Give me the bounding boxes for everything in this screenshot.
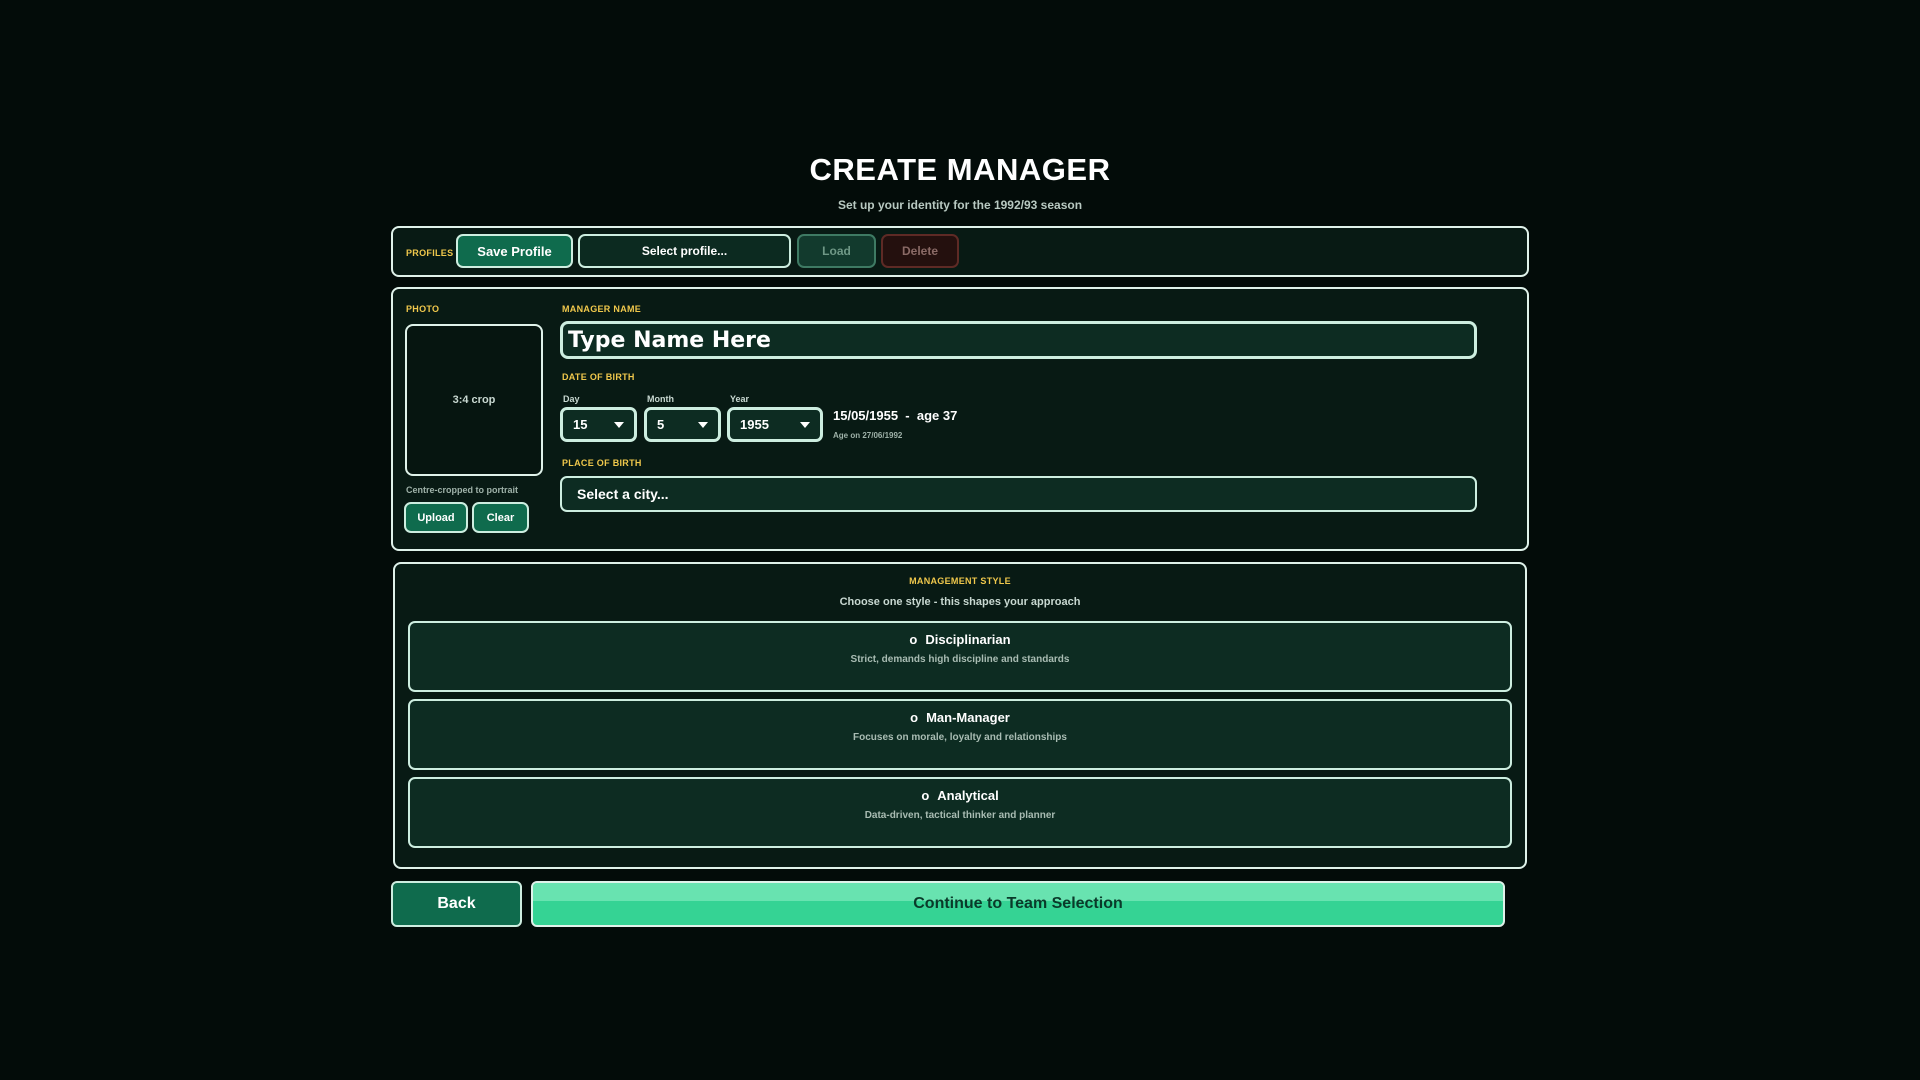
radio-icon: o xyxy=(910,710,919,725)
style-option-analytical[interactable]: o Analytical Data-driven, tactical thinke… xyxy=(408,777,1512,848)
day-select[interactable]: 15 xyxy=(560,407,637,442)
style-option-name: Man-Manager xyxy=(926,710,1010,725)
year-label: Year xyxy=(730,394,750,404)
load-profile-button[interactable]: Load xyxy=(797,234,876,268)
profiles-label: PROFILES xyxy=(406,248,454,258)
chevron-down-icon xyxy=(614,421,624,428)
upload-photo-button[interactable]: Upload xyxy=(404,502,468,533)
place-of-birth-select[interactable]: Select a city... xyxy=(560,476,1477,512)
page-title: CREATE MANAGER xyxy=(809,152,1111,187)
style-option-name: Disciplinarian xyxy=(925,632,1011,647)
place-of-birth-label: PLACE OF BIRTH xyxy=(562,458,642,468)
style-option-description: Strict, demands high discipline and stan… xyxy=(850,654,1070,665)
year-select-value: 1955 xyxy=(740,417,769,432)
radio-icon: o xyxy=(921,788,930,803)
month-select-value: 5 xyxy=(657,417,665,432)
style-option-disciplinarian[interactable]: o Disciplinarian Strict, demands high dis… xyxy=(408,621,1512,692)
continue-button-label: Continue to Team Selection xyxy=(913,895,1123,912)
chevron-down-icon xyxy=(800,421,810,428)
profile-select-value: Select profile... xyxy=(641,244,728,258)
manager-name-label: MANAGER NAME xyxy=(562,304,642,314)
style-option-description: Focuses on morale, loyalty and relations… xyxy=(853,732,1067,743)
photo-frame[interactable]: 3:4 crop xyxy=(405,324,543,476)
year-select[interactable]: 1955 xyxy=(727,407,823,442)
month-select[interactable]: 5 xyxy=(644,407,721,442)
photo-placeholder-text: 3:4 crop xyxy=(452,394,496,406)
place-of-birth-value: Select a city... xyxy=(577,486,669,502)
photo-label: PHOTO xyxy=(406,304,440,314)
clear-photo-button[interactable]: Clear xyxy=(472,502,529,533)
date-of-birth-summary: 15/05/1955 - age 37 xyxy=(833,408,958,423)
manager-name-input[interactable] xyxy=(560,321,1477,359)
management-style-label: MANAGEMENT STYLE xyxy=(909,576,1011,586)
date-of-birth-label: DATE OF BIRTH xyxy=(562,372,635,382)
profile-select[interactable]: Select profile... xyxy=(578,234,791,268)
style-option-man-manager[interactable]: o Man-Manager Focuses on morale, loyalty … xyxy=(408,699,1512,770)
style-option-name: Analytical xyxy=(937,788,999,803)
radio-icon: o xyxy=(909,632,918,647)
page-subtitle: Set up your identity for the 1992/93 sea… xyxy=(837,198,1083,212)
age-note: Age on 27/06/1992 xyxy=(833,431,903,440)
day-label: Day xyxy=(563,394,580,404)
delete-profile-button[interactable]: Delete xyxy=(881,234,959,268)
style-option-description: Data-driven, tactical thinker and planne… xyxy=(864,810,1056,821)
back-button[interactable]: Back xyxy=(391,881,522,927)
continue-button[interactable]: Continue to Team Selection xyxy=(531,881,1505,927)
chevron-down-icon xyxy=(698,421,708,428)
save-profile-button[interactable]: Save Profile xyxy=(456,234,573,268)
photo-hint: Centre-cropped to portrait xyxy=(406,485,519,495)
month-label: Month xyxy=(647,394,674,404)
day-select-value: 15 xyxy=(573,417,588,432)
management-style-instruction: Choose one style - this shapes your appr… xyxy=(839,596,1081,608)
